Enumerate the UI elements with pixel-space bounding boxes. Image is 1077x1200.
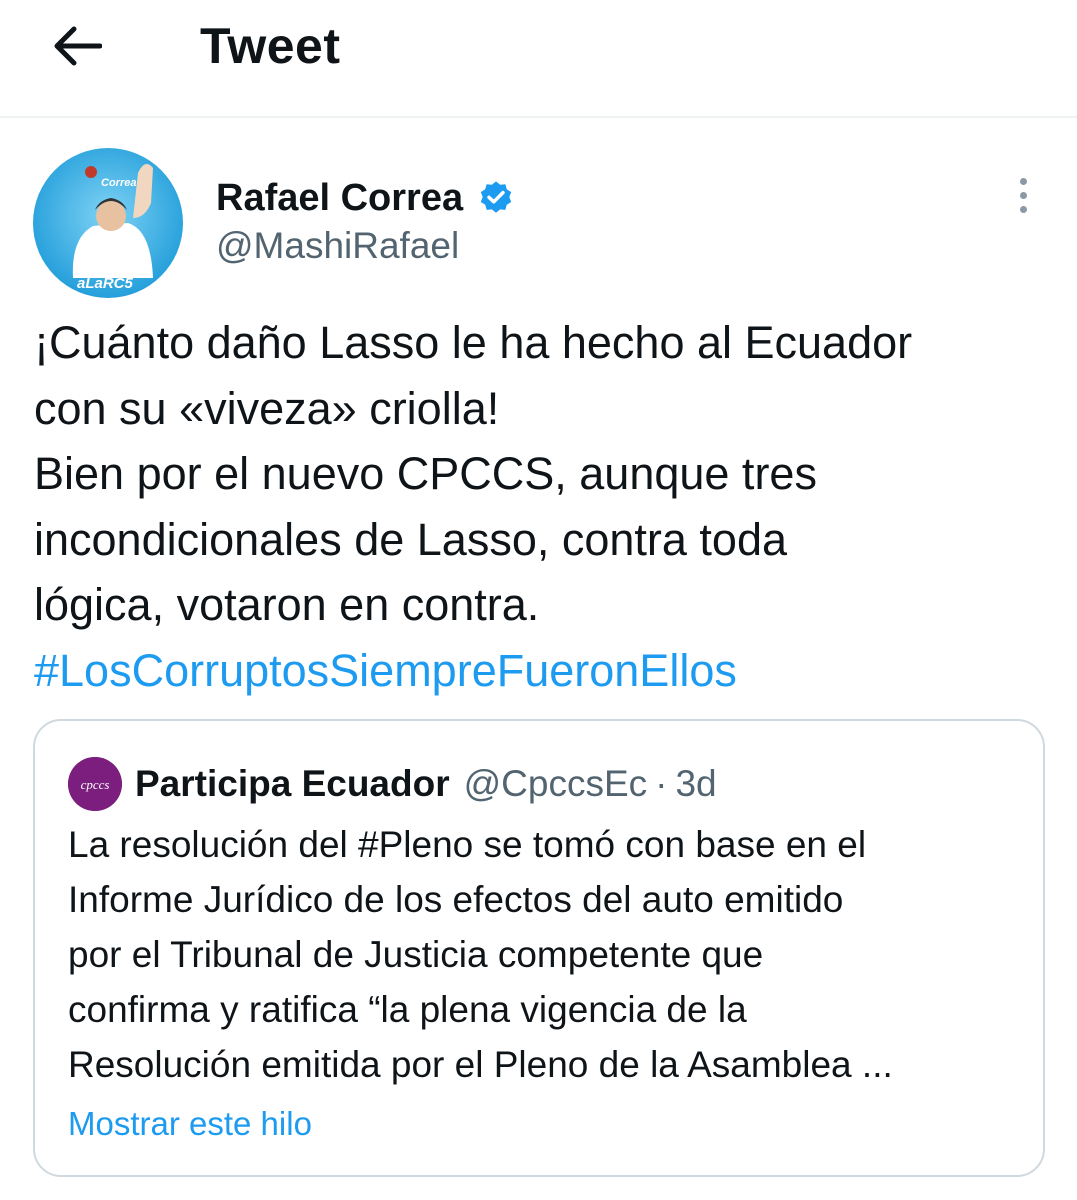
author-name[interactable]: Rafael Correa — [216, 176, 463, 220]
verified-badge-icon — [477, 179, 515, 217]
quote-author-name[interactable]: Participa Ecuador — [135, 763, 450, 805]
quote-text-line: La resolución del #Pleno se tomó con bas… — [68, 824, 867, 865]
quote-timestamp[interactable]: 3d — [675, 763, 716, 805]
avatar-slogan-1: #UNETE — [75, 259, 139, 276]
author-name-row[interactable]: Rafael Correa — [216, 176, 515, 220]
show-thread-link[interactable]: Mostrar este hilo — [68, 1099, 312, 1149]
quote-separator: · — [655, 763, 668, 804]
quote-text-line: por el Tribunal de Justicia competente q… — [68, 934, 764, 975]
quote-avatar-text: cpccs — [81, 777, 110, 792]
quote-text-line: Resolución emitida por el Pleno de la As… — [68, 1044, 893, 1085]
tweet-text-line: lógica, votaron en contra. — [34, 579, 540, 630]
tweet-text-line: con su «viveza» criolla! — [34, 382, 500, 434]
top-bar: Tweet — [0, 0, 1077, 118]
avatar-brand-text: Correa — [101, 177, 136, 189]
hashtag-link[interactable]: #LosCorruptosSiempreFueronEllos — [34, 638, 1054, 704]
arrow-left-icon — [54, 26, 102, 66]
tweet-text-line: Bien por el nuevo CPCCS, aunque tres — [34, 448, 817, 499]
quote-avatar[interactable]: cpccs — [68, 757, 122, 811]
more-vertical-icon — [1019, 177, 1027, 185]
quote-text-line: confirma y ratifica “la plena vigencia d… — [68, 989, 747, 1030]
page-title: Tweet — [200, 18, 341, 74]
author-handle[interactable]: @MashiRafael — [216, 224, 459, 268]
quoted-tweet-card[interactable]: cpccs Participa Ecuador @CpccsEc · 3d La… — [33, 719, 1045, 1177]
tweet-text: ¡Cuánto daño Lasso le ha hecho al Ecuado… — [34, 310, 1054, 703]
quote-header: Participa Ecuador @CpccsEc · 3d — [135, 757, 717, 811]
tweet-text-line: incondicionales de Lasso, contra toda — [34, 513, 788, 565]
quote-author-handle[interactable]: @CpccsEc — [464, 763, 648, 805]
author-avatar[interactable]: Correa #UNETE aLaRC5 — [33, 148, 183, 298]
back-button[interactable] — [40, 14, 114, 78]
avatar-slogan-2: aLaRC5 — [77, 275, 134, 292]
quote-text: La resolución del #Pleno se tomó con bas… — [68, 817, 1028, 1092]
quote-text-line: Informe Jurídico de los efectos del auto… — [68, 879, 844, 920]
more-options-button[interactable] — [1003, 170, 1043, 220]
tweet-text-line: ¡Cuánto daño Lasso le ha hecho al Ecuado… — [34, 317, 913, 368]
